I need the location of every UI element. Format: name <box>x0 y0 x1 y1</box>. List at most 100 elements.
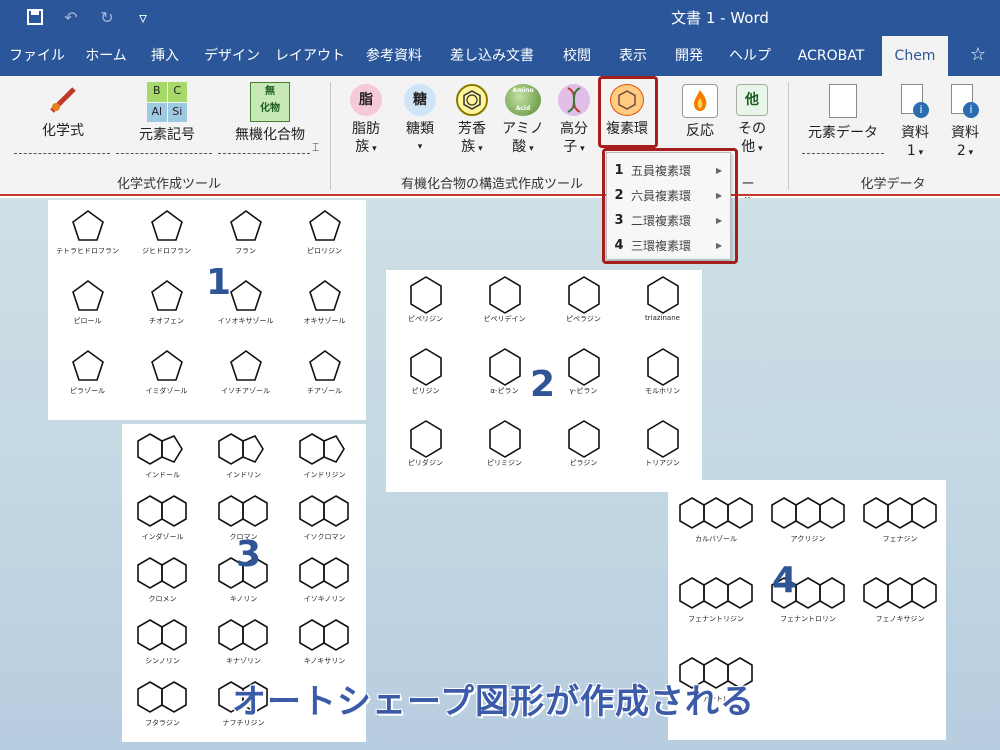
tab-home[interactable]: ホーム <box>76 36 136 76</box>
chem-formula-button[interactable]: 化学式 <box>30 82 96 140</box>
amino-acid-button[interactable]: Amino Acid アミノ 酸 ▾ <box>500 84 546 158</box>
tab-chem[interactable]: Chem <box>882 36 948 76</box>
molecule-tile[interactable]: クロメン <box>122 554 203 604</box>
molecule-tile[interactable]: ピロリジン <box>285 206 364 256</box>
molecule-tile[interactable]: インドリン <box>203 430 284 480</box>
polymer-label: 高分 <box>560 121 588 137</box>
molecule-tile[interactable]: イソチアゾール <box>206 346 285 396</box>
molecule-name: キノリン <box>229 595 258 603</box>
structure-icon <box>71 210 104 241</box>
molecule-tile[interactable]: ピリミジン <box>465 418 544 468</box>
title-bar: ↶ ↻ ▿ 文書 1 - Word <box>0 0 1000 36</box>
doc1-button[interactable]: i 資料 1 ▾ <box>894 84 936 162</box>
tab-developer[interactable]: 開発 <box>664 36 714 76</box>
molecule-tile[interactable]: フェノキサジン <box>854 574 946 624</box>
molecule-tile[interactable]: テトラヒドロフラン <box>48 206 127 256</box>
aromatic-button[interactable]: 芳香 族 ▾ <box>450 84 494 158</box>
molecule-tile[interactable]: フタラジン <box>122 678 203 728</box>
element-symbol-button[interactable]: B C Al Si 元素記号 <box>130 82 204 144</box>
molecule-name: カルバゾール <box>695 535 737 543</box>
molecule-tile[interactable]: チオフェン <box>127 276 206 326</box>
inorganic-label: 無機化合物 <box>235 127 305 143</box>
inorganic-button[interactable]: 無 化物 無機化合物 <box>228 82 312 144</box>
molecule-tile[interactable]: カルバゾール <box>670 494 762 544</box>
tab-help[interactable]: ヘルプ <box>720 36 780 76</box>
molecule-name: イソキノリン <box>303 595 346 603</box>
molecule-name: ピリミジン <box>487 459 522 467</box>
molecule-name: インドリジン <box>303 471 346 479</box>
molecule-tile[interactable]: イソクロマン <box>284 492 365 542</box>
dropdown-highlight <box>602 148 738 264</box>
molecule-tile[interactable]: トリアジン <box>623 418 702 468</box>
structure-icon <box>409 276 442 314</box>
molecule-tile[interactable]: フェナジン <box>854 494 946 544</box>
structure-icon <box>217 495 268 527</box>
molecule-tile[interactable]: ピラジン <box>544 418 623 468</box>
molecule-tile[interactable]: インドール <box>122 430 203 480</box>
other-button[interactable]: 他 その 他 ▾ <box>730 84 774 158</box>
molecule-tile[interactable]: イソキノリン <box>284 554 365 604</box>
element-symbol-label: 元素記号 <box>139 127 195 143</box>
tab-review[interactable]: 校閲 <box>552 36 602 76</box>
tab-layout[interactable]: レイアウト <box>274 36 346 76</box>
molecule-tile[interactable]: ピリダジン <box>386 418 465 468</box>
tab-references[interactable]: 参考資料 <box>356 36 432 76</box>
tab-view[interactable]: 表示 <box>608 36 658 76</box>
saccharide-label: 糖類 <box>406 121 434 137</box>
structure-icon <box>308 350 341 381</box>
tab-insert[interactable]: 挿入 <box>140 36 190 76</box>
molecule-tile[interactable]: ピペリジン <box>386 274 465 324</box>
tab-mailings[interactable]: 差し込み文書 <box>440 36 544 76</box>
molecule-tile[interactable]: インダゾール <box>122 492 203 542</box>
resize-handle-icon[interactable]: ⌶ <box>312 140 319 155</box>
ribbon: 化学式 B C Al Si 元素記号 無 化物 無機化合物 ⌶ 化学式作成ツール… <box>0 76 1000 211</box>
structure-icon <box>298 619 349 651</box>
polymer-label2: 子 <box>563 139 578 155</box>
molecule-tile[interactable]: フラン <box>206 206 285 256</box>
molecule-name: クロメン <box>148 595 177 603</box>
other-label2: 他 <box>741 139 756 155</box>
molecule-tile[interactable]: イミダゾール <box>127 346 206 396</box>
molecule-tile[interactable]: ピラゾール <box>48 346 127 396</box>
molecule-tile[interactable]: キノキサリン <box>284 616 365 666</box>
molecule-tile[interactable]: ピリジン <box>386 346 465 396</box>
molecule-tile[interactable]: ピペリデイン <box>465 274 544 324</box>
tab-design[interactable]: デザイン <box>194 36 270 76</box>
molecule-tile[interactable]: チアゾール <box>285 346 364 396</box>
molecule-tile[interactable]: インドリジン <box>284 430 365 480</box>
saccharide-button[interactable]: 糖 糖類 ▾ <box>398 84 442 156</box>
structure-icon <box>488 276 521 314</box>
chevron-down-icon: ▾ <box>475 144 483 154</box>
molecule-tile[interactable]: triazinane <box>623 274 702 322</box>
tab-file[interactable]: ファイル <box>6 36 68 76</box>
molecule-tile[interactable]: キナゾリン <box>203 616 284 666</box>
lightbulb-icon[interactable]: ☆ <box>966 44 990 68</box>
structure-icon <box>229 210 262 241</box>
molecule-tile[interactable]: オキサゾール <box>285 276 364 326</box>
molecule-tile[interactable]: ピロール <box>48 276 127 326</box>
structure-icon <box>863 497 937 529</box>
molecule-tile[interactable]: シンノリン <box>122 616 203 666</box>
panel-number-3: 3 <box>236 534 262 575</box>
molecule-tile[interactable]: γ-ピラン <box>544 346 623 396</box>
molecule-tile[interactable]: アクリジン <box>762 494 854 544</box>
reaction-button[interactable]: 反応 <box>676 84 724 140</box>
divider <box>14 153 110 154</box>
molecule-tile[interactable]: ジヒドロフラン <box>127 206 206 256</box>
structure-icon <box>150 210 183 241</box>
divider <box>802 153 884 154</box>
doc2-button[interactable]: i 資料 2 ▾ <box>944 84 986 162</box>
doc1-label: 資料 <box>901 125 929 141</box>
molecule-name: シンノリン <box>145 657 180 665</box>
inorganic-icon-bottom: 化物 <box>260 103 280 114</box>
molecule-tile[interactable]: モルホリン <box>623 346 702 396</box>
tab-acrobat[interactable]: ACROBAT <box>786 36 876 76</box>
element-data-button[interactable]: 元素データ <box>800 84 886 142</box>
structure-icon <box>646 348 679 386</box>
molecule-tile[interactable]: フェナントリジン <box>670 574 762 624</box>
molecule-tile[interactable]: ピペラジン <box>544 274 623 324</box>
structure-icon <box>679 497 753 529</box>
aliphatic-button[interactable]: 脂 脂肪 族 ▾ <box>344 84 388 158</box>
molecule-name: アクリジン <box>790 535 826 543</box>
polymer-button[interactable]: 高分 子 ▾ <box>552 84 596 158</box>
